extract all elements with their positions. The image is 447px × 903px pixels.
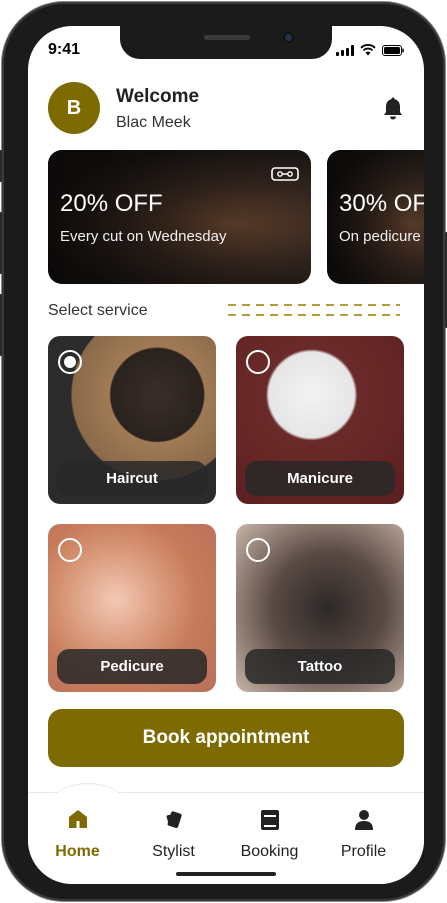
nav-label: Profile xyxy=(340,843,387,860)
volume-up-button xyxy=(0,212,2,274)
nav-label: Booking xyxy=(240,843,299,860)
stylist-icon xyxy=(166,811,182,828)
wifi-icon xyxy=(360,44,376,56)
nav-item-home[interactable]: Home xyxy=(28,793,127,884)
radio-button[interactable] xyxy=(58,538,82,562)
nav-label: Stylist xyxy=(152,843,195,860)
app-screen: 9:41 B Welcome Blac Meek 20% OFF Every c… xyxy=(28,26,424,884)
book-appointment-button[interactable]: Book appointment xyxy=(48,709,404,767)
home-indicator xyxy=(176,872,276,876)
phone-frame: 9:41 B Welcome Blac Meek 20% OFF Every c… xyxy=(0,2,447,901)
mute-switch xyxy=(0,150,2,182)
promo-title: 20% OFF xyxy=(60,190,163,217)
nav-label: Home xyxy=(55,843,100,860)
service-card-tattoo[interactable]: Tattoo xyxy=(236,524,404,692)
service-card-manicure[interactable]: Manicure xyxy=(236,336,404,504)
battery-icon xyxy=(382,45,404,56)
service-label: Manicure xyxy=(245,461,395,496)
volume-down-button xyxy=(0,294,2,356)
service-card-pedicure[interactable]: Pedicure xyxy=(48,524,216,692)
nav-item-profile[interactable]: Profile xyxy=(314,793,413,884)
service-label: Tattoo xyxy=(245,649,395,684)
nav-item-booking[interactable]: Booking xyxy=(220,793,319,884)
profile-icon xyxy=(354,810,373,830)
notch xyxy=(120,26,332,59)
promo-subtitle: Every cut on Wednesday xyxy=(60,228,227,245)
promo-subtitle: On pedicure xyxy=(339,228,421,245)
radio-button[interactable] xyxy=(246,350,270,374)
service-label: Pedicure xyxy=(57,649,207,684)
booking-icon xyxy=(260,810,279,830)
section-title: Select service xyxy=(48,302,148,319)
radio-button[interactable] xyxy=(58,350,82,374)
status-time: 9:41 xyxy=(48,41,81,58)
bell-icon[interactable] xyxy=(382,97,404,121)
camera xyxy=(283,32,294,43)
avatar[interactable]: B xyxy=(48,82,100,134)
service-label: Haircut xyxy=(57,461,207,496)
clippers-icon xyxy=(271,167,299,181)
bottom-nav: Home Stylist Booking Profile xyxy=(28,783,424,884)
promo-card[interactable]: 30% OFF On pedicure xyxy=(327,150,424,284)
home-icon xyxy=(68,810,87,828)
radio-button[interactable] xyxy=(246,538,270,562)
speaker xyxy=(204,35,250,40)
promo-title: 30% OFF xyxy=(339,190,424,217)
nav-item-stylist[interactable]: Stylist xyxy=(124,793,223,884)
signal-icon xyxy=(336,45,354,56)
promo-card[interactable]: 20% OFF Every cut on Wednesday xyxy=(48,150,311,284)
status-icons xyxy=(336,44,404,56)
decorative-dashes xyxy=(228,304,400,318)
greeting-title: Welcome xyxy=(116,86,200,107)
user-name: Blac Meek xyxy=(116,114,191,131)
service-card-haircut[interactable]: Haircut xyxy=(48,336,216,504)
